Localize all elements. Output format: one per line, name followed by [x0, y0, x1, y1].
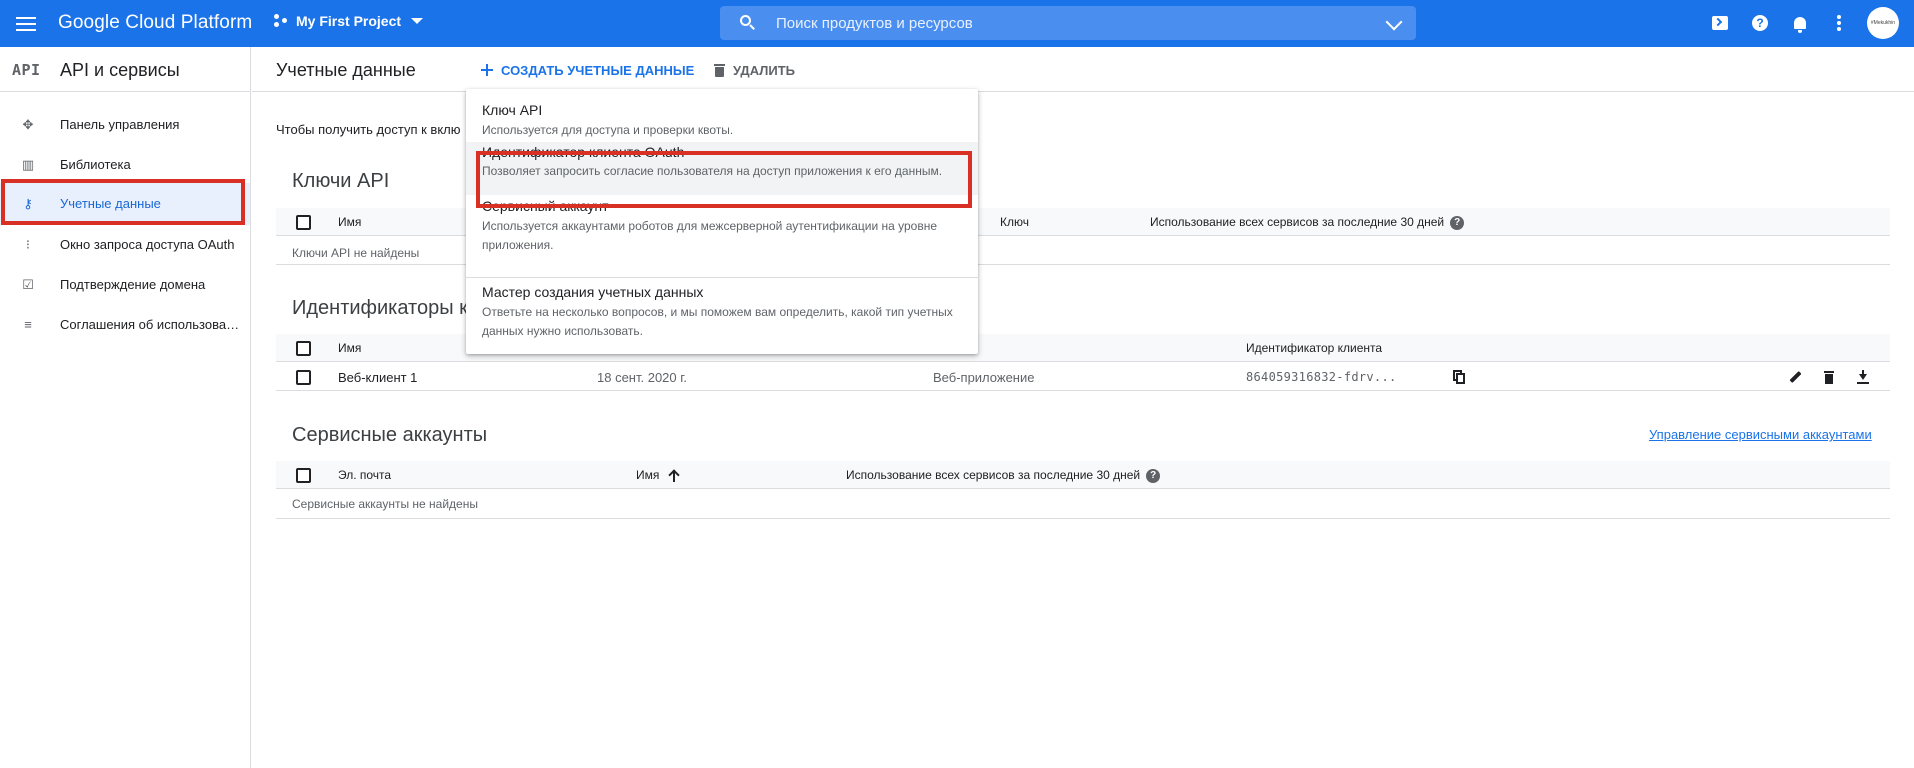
help-icon[interactable]: ?	[1146, 468, 1161, 483]
info-text: Чтобы получить доступ к вклю	[276, 122, 461, 137]
arrow-up-icon	[669, 470, 679, 482]
menu-icon[interactable]	[16, 14, 38, 32]
dashboard-icon: ✥	[22, 117, 34, 132]
creation-date: 18 сент. 2020 г.	[597, 370, 688, 385]
sidebar: API API и сервисы ✥ Панель управления ▥ …	[0, 47, 251, 768]
project-icon	[274, 14, 288, 28]
column-header-client-id: Идентификатор клиента	[1246, 341, 1383, 355]
chevron-down-icon[interactable]	[1385, 13, 1403, 31]
top-bar: Google Cloud Platform My First Project П…	[0, 0, 1914, 47]
sidebar-item-dashboard[interactable]: ✥ Панель управления	[0, 105, 250, 145]
sidebar-item-label: Окно запроса доступа OAuth	[60, 237, 235, 252]
page-title: Учетные данные	[276, 60, 416, 80]
menu-item-title: Идентификатор клиента OAuth	[482, 144, 685, 160]
table-row[interactable]: Веб-клиент 1 18 сент. 2020 г. Веб-прилож…	[276, 363, 1890, 391]
key-icon: ⚷	[23, 196, 33, 211]
sidebar-item-library[interactable]: ▥ Библиотека	[0, 145, 250, 185]
delete-label: УДАЛИТЬ	[733, 62, 795, 78]
sidebar-item-label: Подтверждение домена	[60, 277, 206, 292]
column-header-name[interactable]: Имя	[338, 341, 361, 355]
plus-icon	[480, 63, 494, 77]
sidebar-item-label: Панель управления	[60, 117, 180, 132]
menu-item-title: Мастер создания учетных данных	[482, 284, 704, 300]
api-logo-icon: API	[12, 61, 41, 79]
divider	[276, 518, 1890, 519]
service-accounts-empty: Сервисные аккаунты не найдены	[292, 497, 478, 511]
create-credentials-button[interactable]: СОЗДАТЬ УЧЕТНЫЕ ДАННЫЕ	[480, 58, 694, 82]
cloud-shell-icon[interactable]	[1709, 12, 1731, 34]
column-header-usage: Использование всех сервисов за последние…	[846, 468, 1161, 483]
sidebar-header: API API и сервисы	[0, 47, 250, 92]
service-accounts-table-header: Эл. почта Имя Использование всех сервисо…	[276, 461, 1890, 489]
copy-icon[interactable]	[1449, 368, 1467, 386]
manage-service-accounts-link[interactable]: Управление сервисными аккаунтами	[1649, 427, 1872, 442]
menu-item-service-account[interactable]: Сервисный аккаунт Используется аккаунтам…	[466, 195, 978, 277]
notifications-icon[interactable]	[1789, 12, 1811, 34]
sidebar-item-credentials[interactable]: ⚷ Учетные данные	[0, 183, 250, 225]
create-credentials-menu: Ключ API Используется для доступа и пров…	[466, 89, 978, 354]
oauth-ids-title: Идентификаторы к	[292, 297, 468, 319]
menu-item-desc: Ответьте на несколько вопросов, и мы пом…	[482, 305, 953, 338]
select-all-checkbox[interactable]	[296, 468, 311, 483]
download-icon[interactable]	[1854, 368, 1872, 386]
column-header-usage: Использование всех сервисов за последние…	[1150, 215, 1465, 230]
client-id: 864059316832-fdrv...	[1246, 370, 1397, 384]
more-vert-icon[interactable]	[1828, 12, 1850, 34]
client-type: Веб-приложение	[933, 370, 1035, 385]
api-keys-title: Ключи API	[292, 170, 390, 192]
search-placeholder: Поиск продуктов и ресурсов	[776, 15, 973, 32]
select-all-checkbox[interactable]	[296, 215, 311, 230]
page-header: Учетные данные СОЗДАТЬ УЧЕТНЫЕ ДАННЫЕ УД…	[252, 47, 1914, 92]
select-all-checkbox[interactable]	[296, 341, 311, 356]
project-name: My First Project	[296, 13, 402, 29]
column-header-name[interactable]: Имя	[636, 468, 679, 482]
app-title[interactable]: Google Cloud Platform	[58, 12, 252, 34]
menu-item-oauth-client-id[interactable]: Идентификатор клиента OAuth Позволяет за…	[466, 142, 978, 195]
column-header-key: Ключ	[1000, 215, 1029, 229]
search-icon	[740, 15, 756, 31]
menu-item-credentials-wizard[interactable]: Мастер создания учетных данных Ответьте …	[466, 278, 978, 354]
avatar[interactable]: #Mekukhin	[1867, 7, 1899, 39]
sidebar-title: API и сервисы	[60, 60, 180, 80]
create-credentials-label: СОЗДАТЬ УЧЕТНЫЕ ДАННЫЕ	[501, 62, 695, 78]
sidebar-item-label: Соглашения об использовании страниц	[60, 317, 240, 332]
service-accounts-title: Сервисные аккаунты	[292, 424, 488, 446]
column-header-name[interactable]: Имя	[338, 215, 361, 229]
usage-label: Использование всех сервисов за последние…	[846, 468, 1141, 482]
sidebar-item-oauth-consent[interactable]: ⁝ Окно запроса доступа OAuth	[0, 225, 250, 265]
help-icon[interactable]: ?	[1450, 215, 1465, 230]
menu-item-desc: Используется аккаунтами роботов для межс…	[482, 219, 938, 252]
menu-item-desc: Используется для доступа и проверки квот…	[482, 123, 734, 137]
delete-icon[interactable]	[1820, 368, 1838, 386]
column-header-email[interactable]: Эл. почта	[338, 468, 391, 482]
consent-icon: ⁝	[25, 237, 31, 252]
sidebar-item-usage-agreements[interactable]: ≡ Соглашения об использовании страниц	[0, 305, 250, 345]
project-selector[interactable]: My First Project	[274, 13, 424, 29]
help-icon[interactable]: ?	[1749, 12, 1771, 34]
trash-icon	[714, 63, 725, 77]
row-checkbox[interactable]	[296, 370, 311, 385]
menu-item-desc: Позволяет запросить согласие пользовател…	[482, 164, 943, 178]
name-label: Имя	[636, 468, 660, 482]
menu-item-api-key[interactable]: Ключ API Используется для доступа и пров…	[466, 89, 978, 142]
caret-down-icon	[411, 18, 424, 24]
sidebar-item-label: Библиотека	[60, 157, 131, 172]
edit-icon[interactable]	[1786, 368, 1804, 386]
sidebar-item-label: Учетные данные	[60, 196, 161, 211]
settings-list-icon: ≡	[24, 317, 32, 332]
usage-label: Использование всех сервисов за последние…	[1150, 215, 1445, 229]
search-input[interactable]: Поиск продуктов и ресурсов	[720, 6, 1416, 40]
menu-item-title: Ключ API	[482, 102, 543, 118]
client-name[interactable]: Веб-клиент 1	[338, 370, 417, 385]
sidebar-item-domain-verification[interactable]: ☑ Подтверждение домена	[0, 265, 250, 305]
library-icon: ▥	[21, 157, 35, 172]
api-keys-empty: Ключи API не найдены	[292, 246, 420, 260]
menu-item-title: Сервисный аккаунт	[482, 198, 609, 214]
checkbox-icon: ☑	[22, 277, 34, 292]
delete-button[interactable]: УДАЛИТЬ	[714, 58, 795, 82]
